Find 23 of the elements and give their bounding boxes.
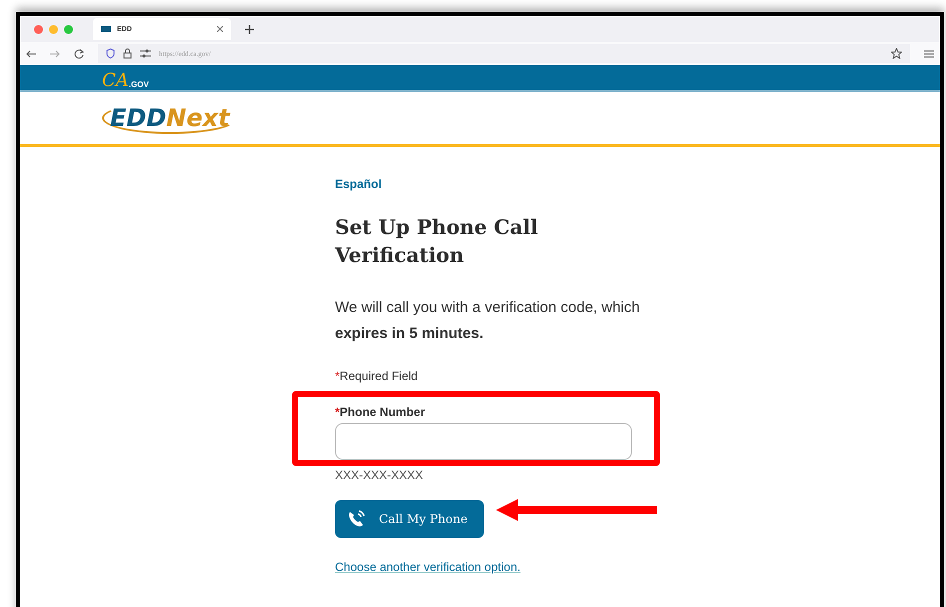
close-window-icon[interactable]	[34, 24, 43, 34]
close-icon[interactable]	[217, 26, 223, 32]
edd-next-logo[interactable]: EDDNext	[102, 102, 238, 134]
other-option-link[interactable]: Choose another verification option.	[335, 560, 520, 574]
intro-text: We will call you with a verification code, which expires in 5 minutes.	[335, 298, 641, 344]
phone-format-hint: XXX-XXX-XXXX	[335, 468, 424, 482]
call-my-phone-button[interactable]: Call My Phone	[335, 500, 484, 538]
phone-input[interactable]	[335, 423, 632, 460]
menu-icon[interactable]	[924, 50, 934, 58]
shield-icon	[106, 48, 115, 59]
phone-label: *Phone Number	[335, 405, 426, 419]
favicon-icon	[101, 26, 111, 32]
ca-gov-logo[interactable]: CA.GOV	[102, 65, 149, 90]
phone-icon	[347, 510, 367, 528]
new-tab-icon[interactable]	[245, 24, 254, 34]
reload-icon[interactable]	[74, 48, 84, 58]
lock-icon	[123, 48, 132, 59]
language-link[interactable]: Español	[335, 177, 382, 191]
star-icon[interactable]	[891, 48, 902, 59]
page-title: Set Up Phone Call Verification	[335, 214, 539, 269]
required-note: *Required Field	[335, 369, 419, 383]
sliders-icon[interactable]	[140, 49, 151, 58]
back-icon[interactable]	[26, 50, 36, 58]
